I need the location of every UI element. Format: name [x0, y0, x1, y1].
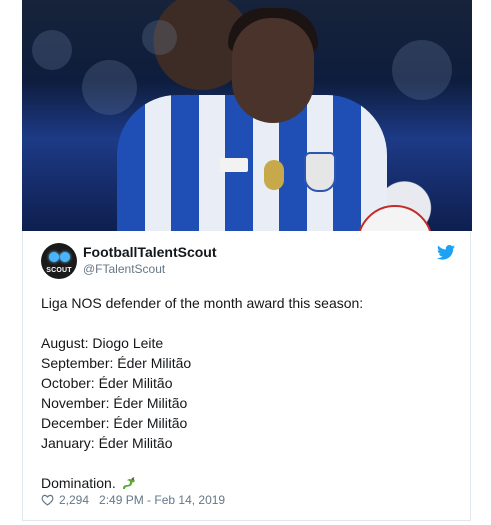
tweet-line: December: Éder Militão — [41, 415, 188, 431]
avatar-eye-left — [49, 252, 59, 262]
avatar[interactable]: SCOUT — [41, 243, 77, 279]
tweet-timestamp[interactable]: 2:49 PM - Feb 14, 2019 — [99, 493, 225, 507]
tweet-line: August: Diogo Leite — [41, 335, 164, 351]
user-handle[interactable]: @FTalentScout — [83, 262, 165, 276]
tweet-meta: 2,294 2:49 PM - Feb 14, 2019 — [41, 493, 225, 507]
tweet-line: Domination. — [41, 475, 116, 491]
club-crest — [304, 152, 336, 192]
twitter-bird-icon[interactable] — [437, 245, 455, 260]
crowd-blur — [32, 30, 72, 70]
tweet-photo[interactable] — [22, 0, 472, 231]
tweet-line: November: Éder Militão — [41, 395, 188, 411]
player-face — [232, 18, 314, 123]
sponsor-logo — [220, 158, 248, 172]
tweet-line: January: Éder Militão — [41, 435, 173, 451]
tweet-card[interactable]: SCOUT FootballTalentScout @FTalentScout … — [22, 231, 471, 521]
heart-icon[interactable] — [41, 494, 54, 506]
jersey-medal — [264, 160, 284, 190]
tweet-line: October: Éder Militão — [41, 375, 173, 391]
crowd-blur — [142, 20, 177, 55]
avatar-text: SCOUT — [46, 267, 72, 274]
tweet-line: Liga NOS defender of the month award thi… — [41, 295, 364, 311]
like-count[interactable]: 2,294 — [59, 493, 89, 507]
crowd-blur — [392, 40, 452, 100]
crowd-blur — [82, 60, 137, 115]
tweet-text: Liga NOS defender of the month award thi… — [41, 293, 461, 493]
dragon-icon — [122, 477, 135, 489]
display-name[interactable]: FootballTalentScout — [83, 244, 217, 260]
avatar-eye-right — [60, 252, 70, 262]
tweet-line-last: Domination. — [41, 473, 461, 493]
tweet-line: September: Éder Militão — [41, 355, 192, 371]
